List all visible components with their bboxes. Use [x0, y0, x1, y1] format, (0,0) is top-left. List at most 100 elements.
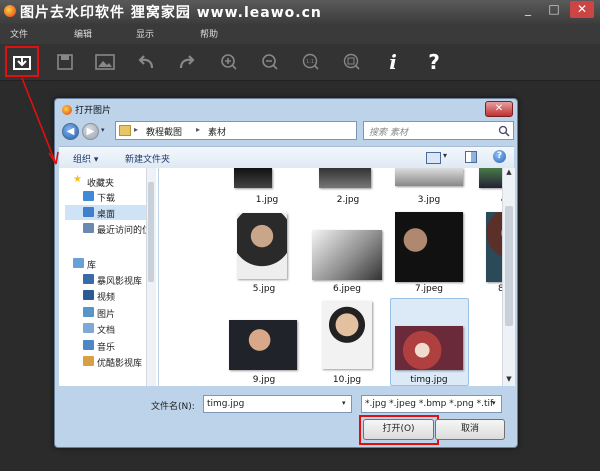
save-icon[interactable]: [52, 50, 78, 74]
nav-scrollbar[interactable]: [146, 168, 156, 386]
undo-icon[interactable]: [133, 50, 159, 74]
nav-item[interactable]: ★ 收藏夹: [59, 174, 149, 189]
menu-edit[interactable]: 编辑: [74, 27, 92, 40]
file-thumbnail[interactable]: [234, 168, 272, 188]
breadcrumb-item[interactable]: 教程截图: [146, 125, 182, 138]
back-button[interactable]: ◀: [62, 123, 79, 140]
menu-file[interactable]: 文件: [10, 27, 28, 40]
nav-item[interactable]: 最近访问的位: [59, 221, 149, 236]
preview-pane-icon[interactable]: [465, 151, 477, 163]
search-placeholder: 搜索 素材: [369, 128, 408, 138]
breadcrumb-sep: ▸: [134, 125, 139, 134]
nav-item-label: 下载: [97, 194, 116, 204]
nav-item-label: 收藏夹: [87, 179, 115, 189]
toolbar: 1:1 i ?: [0, 44, 600, 81]
nav-item[interactable]: 桌面: [65, 205, 149, 220]
file-name[interactable]: 9.jpg: [229, 375, 299, 385]
filetype-select[interactable]: *.jpg *.jpeg *.bmp *.png *.tif: [361, 395, 502, 413]
file-list-scrollbar[interactable]: ▲ ▼: [502, 168, 515, 386]
file-name[interactable]: 7.jpeg: [394, 284, 464, 294]
info-icon[interactable]: i: [380, 50, 406, 74]
file-thumbnail[interactable]: [229, 320, 297, 370]
forward-button[interactable]: ▶: [82, 123, 99, 140]
file-name[interactable]: 1.jpg: [232, 195, 302, 205]
folder-icon: [119, 125, 131, 136]
nav-item[interactable]: 库: [59, 256, 149, 271]
nav-item-label: 库: [87, 261, 97, 271]
file-thumbnail[interactable]: [395, 168, 463, 186]
filename-input[interactable]: timg.jpg: [203, 395, 352, 413]
nav-item[interactable]: 音乐: [59, 338, 149, 353]
file-thumbnail[interactable]: [479, 168, 502, 188]
nav-item[interactable]: 文档: [59, 321, 149, 336]
menu-help[interactable]: 帮助: [200, 27, 218, 40]
file-thumbnail[interactable]: [237, 213, 287, 279]
video-lib-icon: [83, 274, 94, 284]
desktop-icon: [83, 207, 94, 217]
breadcrumb-item[interactable]: 素材: [208, 125, 226, 138]
close-button[interactable]: ✕: [570, 1, 594, 18]
library-icon: [73, 258, 84, 268]
search-icon[interactable]: [498, 125, 510, 137]
new-folder-button[interactable]: 新建文件夹: [125, 152, 170, 165]
nav-item[interactable]: 图片: [59, 305, 149, 320]
cancel-button[interactable]: 取消: [435, 419, 505, 440]
maximize-button[interactable]: □: [542, 1, 566, 18]
nav-item-label: 文档: [97, 326, 116, 336]
navigation-pane: ★ 收藏夹下载桌面 最近访问的位库暴风影视库视频图片文档音乐 优酷影视库: [59, 168, 158, 386]
video-icon: [83, 290, 94, 300]
file-name[interactable]: 2.jpg: [313, 195, 383, 205]
nav-item[interactable]: 视频: [59, 288, 149, 303]
nav-item[interactable]: 下载: [59, 189, 149, 204]
command-bar: 组织 ▾ 新建文件夹 ▾ ?: [59, 146, 514, 170]
dialog-close-button[interactable]: ✕: [485, 101, 513, 117]
app-title: 图片去水印软件 狸窝家园 www.leawo.cn: [20, 5, 322, 21]
nav-item-label: 音乐: [97, 343, 116, 353]
view-dropdown-icon[interactable]: ▾: [443, 151, 447, 160]
help-icon[interactable]: ?: [421, 50, 447, 74]
dialog-app-icon: [62, 105, 72, 115]
address-bar[interactable]: ▸ 教程截图 ▸ 素材 ▾ ⟳: [115, 121, 413, 140]
recent-icon: [83, 223, 94, 233]
file-name[interactable]: 10.jpg: [312, 375, 382, 385]
minimize-button[interactable]: _: [516, 1, 540, 18]
filename-label: 文件名(N):: [151, 402, 195, 412]
app-logo-icon: [4, 5, 16, 17]
nav-item-label: 桌面: [97, 210, 116, 220]
download-folder-icon: [83, 191, 94, 201]
open-button-highlight: [5, 46, 39, 77]
file-name[interactable]: 8.jpeg: [477, 284, 502, 294]
image-icon[interactable]: [92, 50, 118, 74]
fit-icon[interactable]: [339, 50, 365, 74]
file-thumbnail[interactable]: [486, 212, 502, 282]
redo-icon[interactable]: [174, 50, 200, 74]
file-name[interactable]: 4.jpg: [477, 195, 502, 205]
menu-view[interactable]: 显示: [136, 27, 154, 40]
zoom-out-icon[interactable]: [257, 50, 283, 74]
pictures-icon: [83, 307, 94, 317]
documents-icon: [83, 323, 94, 333]
filename-dropdown-icon[interactable]: ▾: [342, 399, 346, 407]
help-circle-icon[interactable]: ?: [493, 150, 506, 163]
file-name[interactable]: 3.jpg: [394, 195, 464, 205]
file-thumbnail[interactable]: [312, 230, 382, 280]
file-thumbnail[interactable]: [322, 301, 372, 369]
organize-menu[interactable]: 组织 ▾: [73, 152, 98, 165]
nav-item-label: 视频: [97, 293, 116, 303]
file-thumbnail[interactable]: [319, 168, 371, 188]
file-name[interactable]: 5.jpg: [229, 284, 299, 294]
view-options-icon[interactable]: [426, 152, 441, 164]
nav-item[interactable]: 暴风影视库: [59, 272, 149, 287]
nav-item[interactable]: 优酷影视库: [59, 354, 149, 369]
open-button-highlight: [359, 415, 439, 445]
search-input[interactable]: 搜索 素材: [363, 121, 514, 140]
file-thumbnail[interactable]: [395, 212, 463, 282]
zoom-in-icon[interactable]: [216, 50, 242, 74]
file-name[interactable]: 6.jpeg: [312, 284, 382, 294]
filetype-dropdown-icon[interactable]: ▾: [492, 399, 496, 407]
file-name[interactable]: timg.jpg: [394, 375, 464, 385]
title-bar: 图片去水印软件 狸窝家园 www.leawo.cn _ □ ✕: [0, 0, 600, 24]
recent-pages-chevron-icon[interactable]: ▾: [101, 126, 105, 134]
actual-size-icon[interactable]: 1:1: [298, 50, 324, 74]
file-thumbnail[interactable]: [395, 326, 463, 370]
